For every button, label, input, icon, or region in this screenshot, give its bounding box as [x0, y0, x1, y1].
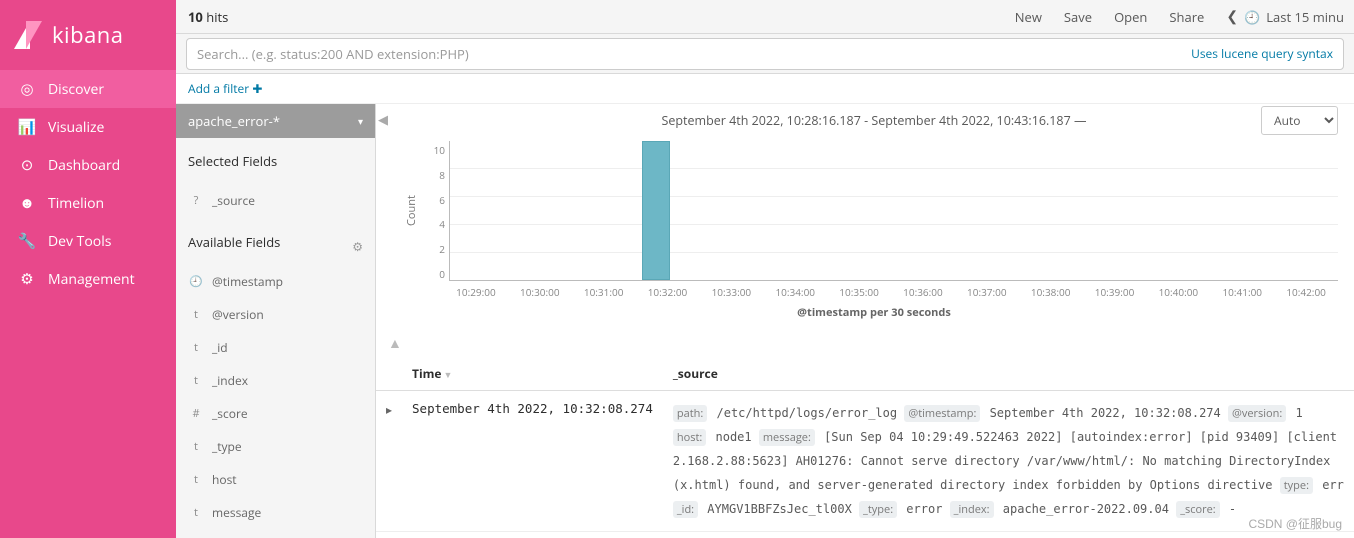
field-key: _index: [950, 501, 994, 518]
field-_source[interactable]: ?_source [176, 184, 375, 217]
field-@version[interactable]: t@version [176, 298, 375, 331]
caret-down-icon: ▾ [358, 114, 363, 128]
field-@timestamp[interactable]: 🕘@timestamp [176, 265, 375, 298]
field-key: type: [1280, 477, 1313, 494]
scroll-top-button[interactable]: ▲ [376, 330, 1354, 357]
timelion-icon: ☻ [16, 193, 38, 213]
clock-icon: 🕘 [1244, 8, 1260, 26]
share-button[interactable]: Share [1169, 8, 1204, 26]
time-range-label: Last 15 minu [1266, 8, 1344, 26]
field-_score[interactable]: #_score [176, 397, 375, 430]
x-axis: 10:29:0010:30:0010:31:0010:32:0010:33:00… [394, 281, 1354, 299]
field-key: message: [759, 429, 815, 446]
field-type-icon: # [188, 406, 204, 421]
histogram-header: September 4th 2022, 10:28:16.187 - Septe… [394, 104, 1354, 137]
hit-count: 10 hits [188, 8, 228, 26]
gear-icon[interactable]: ⚙ [352, 238, 363, 255]
col-time[interactable]: Time▼ [402, 357, 663, 391]
field-type-icon: 🕘 [188, 274, 204, 289]
field-message[interactable]: tmessage [176, 496, 375, 529]
sidebar-item-visualize[interactable]: 📊Visualize [0, 108, 176, 146]
col-source[interactable]: _source [663, 357, 1354, 391]
expand-row-button[interactable]: ▸ [376, 532, 402, 538]
discover-icon: ◎ [16, 79, 38, 99]
y-axis-label: Count [402, 141, 421, 281]
dashboard-icon: ⊙ [16, 155, 38, 175]
field-_index[interactable]: t_index [176, 364, 375, 397]
field-type-icon: ? [188, 193, 204, 208]
index-pattern-select[interactable]: apache_error-* ▾ [176, 104, 375, 138]
field-type-icon: t [188, 340, 204, 355]
logo[interactable]: kibana [0, 0, 176, 70]
index-pattern-label: apache_error-* [188, 112, 280, 130]
search-placeholder: Search... (e.g. status:200 AND extension… [197, 45, 469, 63]
collapse-sidebar-button[interactable]: ◀ [376, 104, 394, 330]
chart-plot[interactable] [449, 141, 1338, 281]
field-key: _id: [673, 501, 698, 518]
watermark: CSDN @征服bug [1248, 515, 1342, 532]
selected-fields-title: Selected Fields [188, 152, 363, 170]
fields-panel: apache_error-* ▾ Selected Fields ?_sourc… [176, 104, 376, 538]
top-actions: New Save Open Share ❮ 🕘 Last 15 minu [1015, 7, 1344, 26]
sidebar-item-discover[interactable]: ◎Discover [0, 70, 176, 108]
lucene-link[interactable]: Uses lucene query syntax [1191, 45, 1333, 62]
search-input[interactable]: Search... (e.g. status:200 AND extension… [186, 38, 1344, 70]
expand-row-button[interactable]: ▸ [376, 391, 402, 532]
devtools-icon: 🔧 [16, 231, 38, 251]
time-range-text: September 4th 2022, 10:28:16.187 - Septe… [662, 112, 1087, 129]
row-time: September 4th 2022, 10:32:08.274 [402, 391, 663, 532]
sidebar-item-management[interactable]: ⚙Management [0, 260, 176, 298]
doc-table: Time▼ _source ▸September 4th 2022, 10:32… [376, 357, 1354, 538]
field-key: @timestamp: [904, 405, 980, 422]
add-filter-button[interactable]: Add a filter ✚ [188, 80, 262, 97]
sidebar-item-timelion[interactable]: ☻Timelion [0, 184, 176, 222]
field-_type[interactable]: t_type [176, 430, 375, 463]
available-fields-title: Available Fields [188, 233, 280, 251]
row-time: September 4th 2022, 10:32:08.273 [402, 532, 663, 538]
field-type-icon: t [188, 373, 204, 388]
field-type-icon: t [188, 439, 204, 454]
interval-select[interactable]: Auto [1261, 106, 1338, 135]
visualize-icon: 📊 [16, 117, 38, 137]
x-axis-label: @timestamp per 30 seconds [394, 299, 1354, 330]
kibana-logo-icon [14, 21, 42, 49]
results: ◀ September 4th 2022, 10:28:16.187 - Sep… [376, 104, 1354, 538]
histogram-chart: Count 1086420 [394, 137, 1354, 281]
plus-icon: ✚ [252, 80, 262, 97]
search-bar: Search... (e.g. status:200 AND extension… [176, 34, 1354, 74]
field-type-icon: t [188, 505, 204, 520]
table-row: ▸September 4th 2022, 10:32:08.274path: /… [376, 391, 1354, 532]
row-source [663, 532, 1354, 538]
topbar: 10 hits New Save Open Share ❮ 🕘 Last 15 … [176, 0, 1354, 34]
field-type-icon: t [188, 307, 204, 322]
field-key: host: [673, 429, 706, 446]
field-key: _type: [859, 501, 897, 518]
management-icon: ⚙ [16, 269, 38, 289]
save-button[interactable]: Save [1064, 8, 1092, 26]
field-host[interactable]: thost [176, 463, 375, 496]
field-key: _score: [1176, 501, 1220, 518]
sidebar-item-devtools[interactable]: 🔧Dev Tools [0, 222, 176, 260]
histogram-bar[interactable] [642, 141, 670, 280]
field-type-icon: t [188, 472, 204, 487]
field-_id[interactable]: t_id [176, 331, 375, 364]
y-axis: 1086420 [421, 141, 449, 281]
sidebar: kibana ◎Discover📊Visualize⊙Dashboard☻Tim… [0, 0, 176, 538]
new-button[interactable]: New [1015, 8, 1042, 26]
sort-caret-icon: ▼ [444, 368, 453, 381]
sidebar-item-dashboard[interactable]: ⊙Dashboard [0, 146, 176, 184]
filter-bar: Add a filter ✚ [176, 74, 1354, 104]
field-key: @version: [1228, 405, 1286, 422]
field-key: path: [673, 405, 707, 422]
time-range-picker[interactable]: ❮ 🕘 Last 15 minu [1226, 7, 1344, 26]
open-button[interactable]: Open [1114, 8, 1147, 26]
table-row: ▸September 4th 2022, 10:32:08.273 [376, 532, 1354, 538]
chevron-left-icon: ❮ [1226, 7, 1238, 26]
brand-name: kibana [52, 20, 124, 50]
nav: ◎Discover📊Visualize⊙Dashboard☻Timelion🔧D… [0, 70, 176, 298]
row-source: path: /etc/httpd/logs/error_log @timesta… [663, 391, 1354, 532]
